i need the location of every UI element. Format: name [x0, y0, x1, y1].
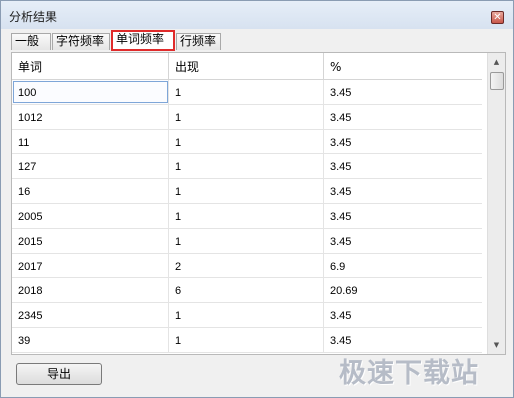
cell-count[interactable]: 6	[169, 278, 324, 303]
table-row[interactable]: 39 1 3.45	[12, 328, 482, 353]
cell-count[interactable]: 1	[169, 129, 324, 154]
scrollbar-thumb[interactable]	[490, 72, 504, 90]
table-header: 单词 出现 %	[12, 53, 482, 80]
cell-word[interactable]: 16	[12, 179, 169, 204]
table-row[interactable]: 2345 1 3.45	[12, 303, 482, 328]
word-frequency-table: 单词 出现 % 100 1 3.45 1012 1 3.45 11 1 3.45 127 1 3.45…	[11, 52, 506, 355]
cell-word[interactable]: 100	[12, 80, 169, 104]
cell-word[interactable]: 2345	[12, 303, 169, 328]
title-bar: 分析结果 ✕	[1, 1, 513, 29]
cell-count[interactable]: 2	[169, 253, 324, 278]
cell-word[interactable]: 39	[12, 328, 169, 352]
cell-word[interactable]: 2005	[12, 204, 169, 228]
scroll-up-icon[interactable]: ▲	[488, 54, 505, 70]
column-header-percent[interactable]: %	[324, 53, 482, 79]
tab-general[interactable]: 一般	[11, 33, 51, 50]
cell-percent[interactable]: 3.45	[324, 229, 482, 253]
cell-word[interactable]: 1012	[12, 104, 169, 129]
table-row[interactable]: 11 1 3.45	[12, 129, 482, 155]
tab-line-frequency[interactable]: 行频率	[176, 33, 221, 50]
analysis-results-window: 分析结果 ✕ 一般 字符频率 单词频率 行频率 单词 出现 % 100 1 3.45…	[0, 0, 514, 398]
cell-percent[interactable]: 6.9	[324, 254, 482, 278]
cell-percent[interactable]: 3.45	[324, 130, 482, 154]
tab-char-frequency[interactable]: 字符频率	[52, 33, 110, 50]
cell-percent[interactable]: 3.45	[324, 303, 482, 327]
cell-count[interactable]: 1	[169, 80, 324, 104]
cell-percent[interactable]: 3.45	[324, 154, 482, 178]
column-header-count[interactable]: 出现	[169, 53, 324, 79]
cell-count[interactable]: 1	[169, 328, 324, 352]
cell-word[interactable]: 2017	[12, 253, 169, 278]
cell-count[interactable]: 1	[169, 104, 324, 129]
cell-count[interactable]: 1	[169, 228, 324, 253]
cell-percent[interactable]: 3.45	[324, 105, 482, 129]
watermark-logo: 极速下载站	[339, 358, 479, 389]
table-row[interactable]: 1012 1 3.45	[12, 104, 482, 130]
cell-percent[interactable]: 3.45	[324, 204, 482, 228]
cell-word[interactable]: 127	[12, 154, 169, 179]
cell-word[interactable]: 11	[12, 129, 169, 154]
cell-count[interactable]: 1	[169, 179, 324, 204]
cell-count[interactable]: 1	[169, 154, 324, 179]
column-header-word[interactable]: 单词	[12, 53, 169, 79]
cell-percent[interactable]: 20.69	[324, 278, 482, 302]
cell-percent[interactable]: 3.45	[324, 179, 482, 203]
cell-word[interactable]: 2015	[12, 228, 169, 253]
vertical-scrollbar[interactable]: ▲ ▼	[487, 53, 505, 354]
close-icon[interactable]: ✕	[491, 11, 504, 24]
cell-percent[interactable]: 3.45	[324, 328, 482, 352]
export-button[interactable]: 导出	[16, 363, 102, 385]
cell-percent[interactable]: 3.45	[324, 80, 482, 104]
table-row[interactable]: 2018 6 20.69	[12, 278, 482, 304]
cell-count[interactable]: 1	[169, 303, 324, 328]
table-row[interactable]: 2017 2 6.9	[12, 253, 482, 279]
table-row[interactable]: 100 1 3.45	[12, 80, 482, 105]
window-title: 分析结果	[9, 10, 58, 24]
table-row[interactable]: 16 1 3.45	[12, 179, 482, 204]
cell-word[interactable]: 2018	[12, 278, 169, 303]
tab-word-frequency[interactable]: 单词频率	[111, 30, 175, 51]
tab-strip: 一般 字符频率 单词频率 行频率	[11, 30, 501, 51]
table-row[interactable]: 2015 1 3.45	[12, 228, 482, 254]
cell-count[interactable]: 1	[169, 204, 324, 228]
table-row[interactable]: 127 1 3.45	[12, 154, 482, 180]
table-row[interactable]: 2005 1 3.45	[12, 204, 482, 229]
